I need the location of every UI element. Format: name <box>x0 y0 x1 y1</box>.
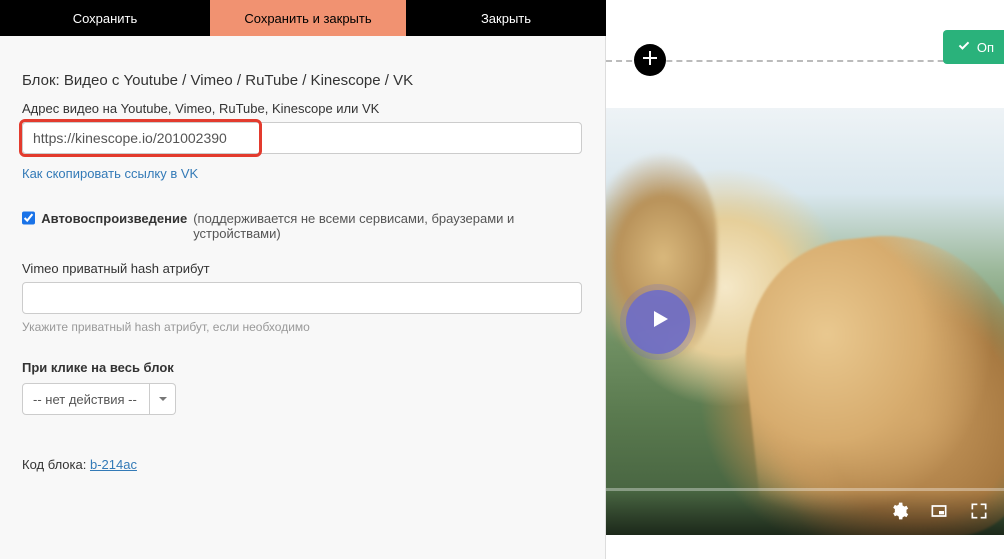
onclick-label: При клике на весь блок <box>22 360 583 375</box>
autoplay-checkbox[interactable] <box>22 211 35 225</box>
close-button[interactable]: Закрыть <box>406 0 606 36</box>
add-block-button[interactable] <box>634 44 666 76</box>
save-and-close-button[interactable]: Сохранить и закрыть <box>210 0 406 36</box>
video-url-input[interactable] <box>22 122 582 154</box>
video-controls <box>606 491 1004 535</box>
pip-icon <box>929 501 949 526</box>
save-button[interactable]: Сохранить <box>0 0 210 36</box>
gear-icon <box>889 501 909 526</box>
preview-bottom-gap <box>606 535 1004 559</box>
check-icon <box>957 39 971 56</box>
onclick-select[interactable]: -- нет действия -- <box>22 383 150 415</box>
preview-top-area: Оп <box>606 0 1004 108</box>
video-play-button[interactable] <box>626 290 690 354</box>
vk-help-link[interactable]: Как скопировать ссылку в VK <box>22 166 198 181</box>
block-title: Блок: Видео с Youtube / Vimeo / RuTube /… <box>22 72 583 89</box>
plus-icon <box>642 50 658 71</box>
play-icon <box>644 307 672 336</box>
video-pip-button[interactable] <box>928 502 950 524</box>
onclick-select-value: -- нет действия -- <box>33 392 137 407</box>
panel-toolbar: Сохранить Сохранить и закрыть Закрыть <box>0 0 605 36</box>
page-preview: Оп <box>606 0 1004 559</box>
video-player[interactable] <box>606 108 1004 535</box>
autoplay-hint: (поддерживается не всеми сервисами, брау… <box>193 211 583 241</box>
vimeo-hash-input[interactable] <box>22 282 582 314</box>
block-code-label: Код блока: <box>22 457 86 472</box>
vimeo-hash-label: Vimeo приватный hash атрибут <box>22 261 583 276</box>
settings-panel: Сохранить Сохранить и закрыть Закрыть Бл… <box>0 0 606 559</box>
autoplay-label: Автовоспроизведение <box>41 211 187 226</box>
fullscreen-icon <box>969 501 989 526</box>
publish-button[interactable]: Оп <box>943 30 1004 64</box>
block-code-link[interactable]: b-214ac <box>90 457 137 472</box>
video-url-label: Адрес видео на Youtube, Vimeo, RuTube, K… <box>22 101 583 116</box>
onclick-select-caret[interactable] <box>150 383 176 415</box>
publish-button-label: Оп <box>977 40 994 55</box>
video-settings-button[interactable] <box>888 502 910 524</box>
chevron-down-icon <box>158 392 168 407</box>
video-fullscreen-button[interactable] <box>968 502 990 524</box>
vimeo-hash-hint: Укажите приватный hash атрибут, если нео… <box>22 320 583 334</box>
